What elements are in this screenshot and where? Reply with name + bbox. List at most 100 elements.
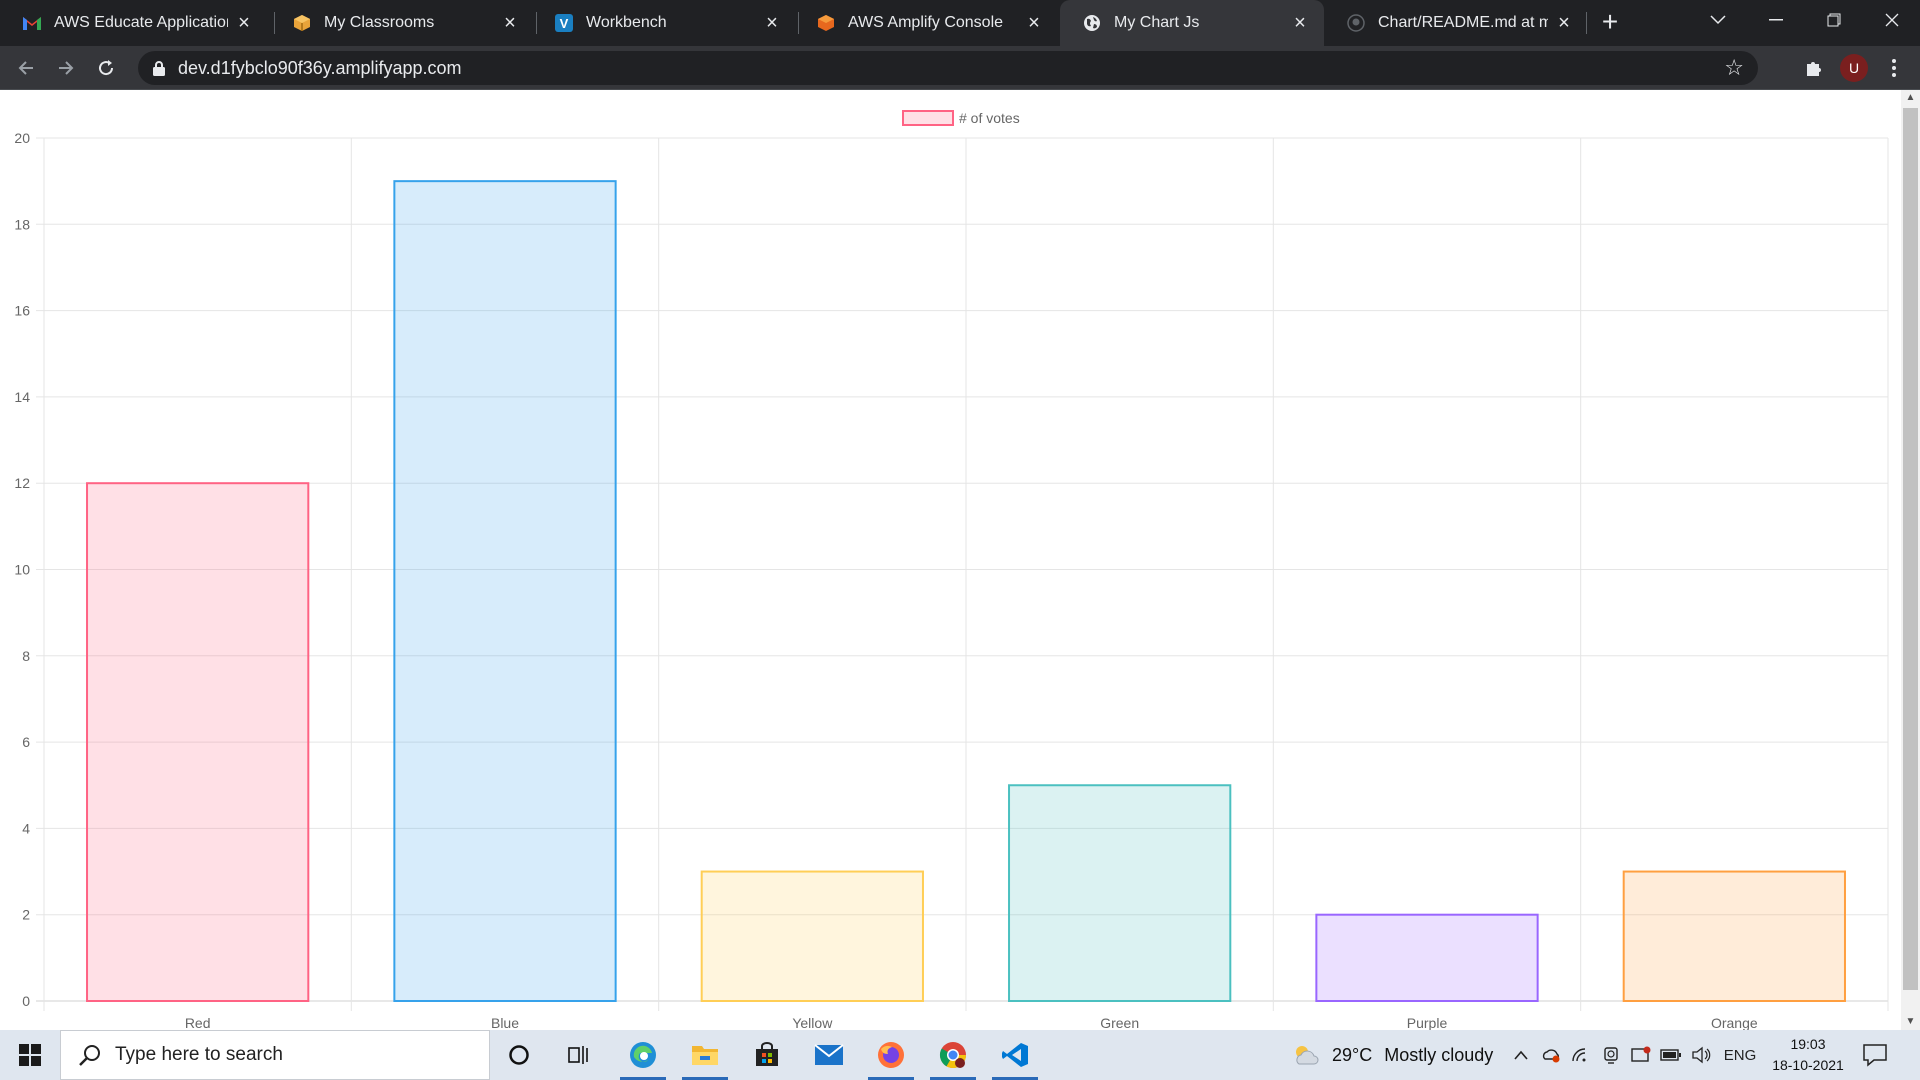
taskbar-clock[interactable]: 19:03 18-10-2021 [1766, 1034, 1850, 1076]
close-icon[interactable]: × [1554, 12, 1574, 34]
tab-github-readme[interactable]: Chart/README.md at main × [1324, 0, 1588, 46]
volume-tray[interactable] [1688, 1030, 1714, 1080]
y-tick-label: 16 [14, 303, 30, 319]
svg-text:V: V [560, 16, 569, 31]
notification-icon[interactable] [1862, 1042, 1888, 1068]
windows-logo-icon [19, 1044, 41, 1066]
tab-title: My Classrooms [324, 14, 435, 31]
taskbar-search-box[interactable]: Type here to search [60, 1030, 490, 1080]
search-placeholder: Type here to search [115, 1044, 283, 1065]
wifi-tray[interactable] [1568, 1030, 1594, 1080]
file-explorer-icon [692, 1046, 718, 1065]
task-view-icon [568, 1046, 588, 1064]
x-tick-label: Red [185, 1015, 211, 1030]
y-tick-label: 4 [22, 820, 30, 836]
chrome-icon [939, 1042, 967, 1069]
close-icon[interactable]: × [762, 12, 782, 34]
screen-share-icon [1631, 1046, 1651, 1062]
language-indicator[interactable]: ENG [1718, 1030, 1762, 1080]
globe-icon [1082, 13, 1102, 33]
close-icon[interactable]: × [234, 12, 254, 34]
vscode-taskbar-button[interactable] [986, 1030, 1044, 1080]
profile-avatar[interactable]: U [1840, 54, 1868, 82]
bookmark-star-icon[interactable]: ☆ [1724, 55, 1744, 81]
windows-taskbar: Type here to search 29°C Mostly cloudy E… [0, 1030, 1920, 1080]
new-tab-button[interactable]: + [1596, 8, 1624, 37]
scroll-up-icon[interactable]: ▲ [1901, 90, 1920, 106]
mail-taskbar-button[interactable] [800, 1030, 858, 1080]
page-content: 0 2 4 6 8 10 12 14 16 18 20 Red Blue Yellow Green Purpl… [0, 90, 1920, 1030]
reload-button[interactable] [90, 52, 122, 84]
x-tick-label: Orange [1711, 1015, 1758, 1030]
close-icon[interactable]: × [1290, 12, 1310, 34]
bar-green [1008, 784, 1232, 1002]
vocareum-icon: V [554, 13, 574, 33]
tab-title: Chart/README.md at main [1378, 14, 1548, 31]
bar-chart: 0 2 4 6 8 10 12 14 16 18 20 Red Blue Yellow Green Purpl… [14, 110, 1889, 1030]
tab-search-button[interactable] [1688, 0, 1748, 40]
address-bar[interactable]: dev.d1fybclo90f36y.amplifyapp.com ☆ [138, 51, 1758, 85]
task-view-button[interactable] [550, 1030, 608, 1080]
x-tick-label: Green [1100, 1015, 1139, 1030]
onedrive-tray[interactable] [1538, 1030, 1564, 1080]
file-explorer-taskbar-button[interactable] [676, 1030, 734, 1080]
puzzle-icon [1807, 62, 1821, 76]
back-button[interactable] [10, 52, 42, 84]
show-hidden-icons-button[interactable] [1508, 1030, 1534, 1080]
y-tick-label: 18 [14, 216, 30, 232]
action-tray[interactable] [1628, 1030, 1654, 1080]
firefox-taskbar-button[interactable] [862, 1030, 920, 1080]
aws-cube-icon [816, 13, 836, 33]
scrollbar-thumb[interactable] [1903, 108, 1918, 990]
screen: AWS Educate Application A × My Classroom… [0, 0, 1920, 1080]
store-taskbar-button[interactable] [738, 1030, 796, 1080]
clock-date: 18-10-2021 [1772, 1057, 1844, 1073]
scroll-down-icon[interactable]: ▼ [1901, 1014, 1920, 1030]
store-icon [756, 1042, 778, 1066]
chevron-up-icon [1514, 1050, 1528, 1060]
vscode-icon [1002, 1043, 1028, 1067]
tab-aws-educate[interactable]: AWS Educate Application A × [0, 0, 268, 46]
close-icon[interactable]: × [500, 12, 520, 34]
restore-icon [1827, 13, 1841, 27]
weather-temperature: 29°C [1332, 1044, 1373, 1065]
close-icon [1885, 13, 1899, 27]
extensions-button[interactable] [1800, 54, 1828, 82]
chrome-taskbar-button[interactable] [924, 1030, 982, 1080]
tab-my-chart-js[interactable]: My Chart Js × [1060, 0, 1324, 46]
partly-cloudy-icon [1296, 1046, 1319, 1065]
cortana-button[interactable] [490, 1030, 548, 1080]
menu-button[interactable] [1880, 54, 1908, 82]
chevron-down-icon [1710, 15, 1726, 25]
search-icon [79, 1045, 100, 1066]
start-button[interactable] [0, 1030, 60, 1080]
legend-label: # of votes [959, 110, 1020, 126]
close-icon[interactable]: × [1024, 12, 1044, 34]
tab-aws-amplify[interactable]: AWS Amplify Console × [794, 0, 1058, 46]
y-tick-label: 0 [22, 993, 30, 1009]
kebab-menu-icon [1892, 59, 1896, 77]
tab-workbench[interactable]: V Workbench × [532, 0, 796, 46]
y-tick-label: 6 [22, 734, 30, 750]
clock-time: 19:03 [1790, 1036, 1826, 1052]
minimize-button[interactable] [1746, 0, 1806, 40]
browser-toolbar: dev.d1fybclo90f36y.amplifyapp.com ☆ U [0, 46, 1920, 90]
weather-widget[interactable]: 29°C Mostly cloudy [1292, 1030, 1493, 1080]
tab-my-classrooms[interactable]: My Classrooms × [270, 0, 534, 46]
vertical-scrollbar[interactable]: ▲ ▼ [1901, 90, 1920, 1030]
tab-title: AWS Educate Application A [54, 14, 228, 31]
bar-blue [393, 180, 617, 1002]
edge-taskbar-button[interactable] [614, 1030, 672, 1080]
speaker-icon [1692, 1046, 1711, 1064]
y-tick-label: 2 [22, 907, 30, 923]
tab-title: AWS Amplify Console [848, 14, 1004, 31]
meet-tray[interactable] [1598, 1030, 1624, 1080]
restore-button[interactable] [1804, 0, 1864, 40]
gmail-icon [22, 13, 42, 33]
reload-icon [99, 60, 114, 76]
forward-button[interactable] [50, 52, 82, 84]
battery-tray[interactable] [1658, 1030, 1684, 1080]
close-window-button[interactable] [1862, 0, 1920, 40]
bar-purple [1315, 913, 1539, 1003]
tab-title: Workbench [586, 14, 667, 31]
